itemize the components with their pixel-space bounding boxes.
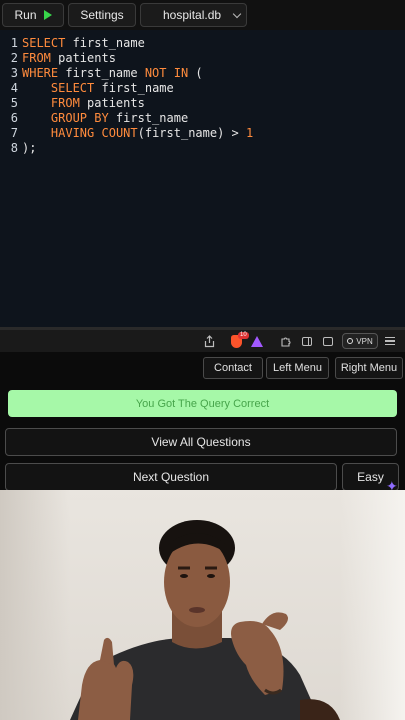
sql-number: 1 [246, 126, 254, 140]
left-menu-button[interactable]: Left Menu [266, 357, 329, 379]
sql-keyword: FROM [22, 51, 51, 65]
settings-button[interactable]: Settings [68, 3, 136, 27]
line-number: 6 [10, 111, 18, 125]
sql-keyword: HAVING [50, 126, 95, 140]
presenter-figure [70, 520, 340, 720]
chevron-down-icon [232, 9, 242, 19]
code-line[interactable]: 1 SELECT first_name [0, 36, 405, 51]
code-text: FROM patients [22, 51, 116, 66]
code-text: ); [22, 141, 36, 156]
editor-toolbar: Run Settings hospital.db [0, 0, 405, 30]
line-number: 3 [10, 66, 18, 80]
code-token: first_name [58, 66, 145, 80]
line-number: 7 [10, 126, 18, 140]
line-number: 1 [10, 36, 18, 50]
sql-keyword: WHERE [22, 66, 59, 80]
contact-button[interactable]: Contact [203, 357, 263, 379]
code-token: ( [188, 66, 203, 80]
code-token: first_name [108, 111, 189, 125]
code-line[interactable]: 7 HAVING COUNT(first_name) > 1 [0, 126, 405, 141]
code-text: SELECT first_name [22, 36, 145, 51]
next-question-button[interactable]: Next Question [5, 463, 337, 491]
vpn-icon [347, 338, 354, 344]
vpn-button[interactable]: VPN [342, 333, 378, 349]
code-token: first_name [65, 36, 145, 50]
code-text: SELECT first_name [22, 81, 174, 96]
sql-keyword: FROM [50, 96, 80, 110]
code-token: patients [79, 96, 145, 110]
code-token: (first_name) > [137, 126, 246, 140]
code-token: ); [22, 141, 37, 155]
run-label: Run [14, 8, 37, 22]
database-name: hospital.db [163, 8, 222, 22]
code-text: GROUP BY first_name [22, 111, 188, 126]
sql-keyword: GROUP BY [50, 111, 109, 125]
line-number: 5 [10, 96, 18, 110]
code-line[interactable]: 4 SELECT first_name [0, 81, 405, 96]
share-icon[interactable] [203, 334, 215, 348]
code-text: HAVING COUNT(first_name) > 1 [22, 126, 253, 141]
line-number: 8 [10, 141, 18, 155]
sql-keyword: SELECT [50, 81, 95, 95]
webcam-video [0, 490, 405, 720]
sql-editor[interactable]: 1 SELECT first_name 2 FROM patients 3 WHERE f… [0, 30, 405, 327]
hamburger-menu-icon[interactable] [384, 334, 396, 348]
code-token: patients [50, 51, 116, 65]
line-number: 2 [10, 51, 18, 65]
sql-keyword: NOT IN [144, 66, 189, 80]
brave-shields-icon[interactable]: 10 [230, 332, 249, 348]
code-line[interactable]: 5 FROM patients [0, 96, 405, 111]
shields-badge: 10 [238, 332, 249, 339]
database-select[interactable]: hospital.db [140, 3, 247, 27]
extensions-icon[interactable] [279, 334, 291, 348]
success-message: You Got The Query Correct [8, 390, 397, 417]
play-icon [43, 10, 52, 20]
code-text: FROM patients [22, 96, 145, 111]
sql-keyword: SELECT [22, 36, 66, 50]
wallet-icon[interactable] [322, 334, 334, 348]
view-all-questions-button[interactable]: View All Questions [5, 428, 397, 456]
right-menu-button[interactable]: Right Menu [335, 357, 403, 379]
browser-toolbar: 10 VPN [0, 330, 405, 352]
code-line[interactable]: 8); [0, 141, 405, 156]
brave-rewards-icon[interactable] [251, 334, 263, 348]
code-token: first_name [94, 81, 174, 95]
sql-keyword: COUNT [101, 126, 138, 140]
run-button[interactable]: Run [2, 3, 64, 27]
code-line[interactable]: 6 GROUP BY first_name [0, 111, 405, 126]
code-line[interactable]: 2 FROM patients [0, 51, 405, 66]
line-number: 4 [10, 81, 18, 95]
code-text: WHERE first_name NOT IN ( [22, 66, 203, 81]
code-line[interactable]: 3 WHERE first_name NOT IN ( [0, 66, 405, 81]
sidebar-icon[interactable] [301, 334, 313, 348]
vpn-label: VPN [356, 336, 373, 346]
